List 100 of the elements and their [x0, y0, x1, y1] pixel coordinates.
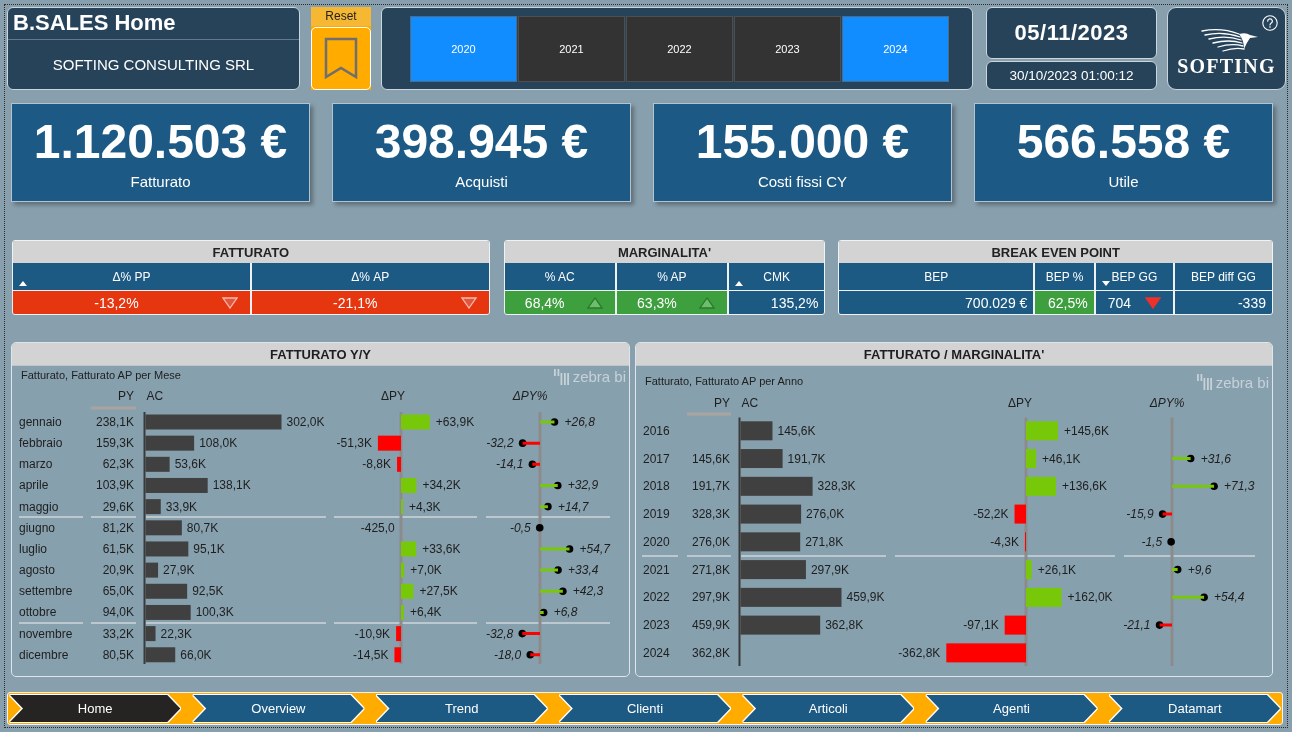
category-label: 2021: [643, 562, 670, 577]
ac-value: 276,0K: [806, 507, 845, 522]
delta-bar: [377, 435, 401, 451]
py-value: 62,3K: [102, 457, 134, 472]
delta-percent-value: -21,1: [1123, 618, 1151, 633]
triangle-down-icon: [1144, 296, 1161, 309]
delta-value: -51,3K: [336, 436, 372, 451]
category-label: aprile: [19, 478, 49, 493]
lollipop-marker: [540, 566, 562, 574]
lollipop-marker: [1172, 454, 1195, 463]
ac-value: 66,0K: [180, 647, 212, 662]
cell-value: 63,3%: [636, 294, 678, 311]
lollipop-marker: [540, 587, 567, 596]
category-label: ottobre: [19, 605, 57, 620]
ac-value: 108,0K: [199, 436, 238, 451]
triangle-up-icon: [586, 296, 603, 309]
cell-value: -339: [1236, 294, 1266, 311]
cell-value: 68,4%: [523, 294, 566, 311]
delta-value: +46,1K: [1042, 451, 1081, 466]
kpi-label: Fatturato: [130, 173, 191, 191]
category-label: settembre: [19, 584, 73, 599]
column-header[interactable]: % AP: [616, 263, 727, 290]
category-label: luglio: [19, 541, 48, 556]
lollipop-marker: [540, 418, 559, 426]
ac-value: 328,3K: [817, 479, 856, 494]
nav-tab[interactable]: Clienti: [559, 695, 731, 722]
column-header[interactable]: BEP GG: [1095, 263, 1173, 290]
ac-value: 80,7K: [186, 520, 219, 535]
column-header[interactable]: Δ% AP: [251, 263, 489, 290]
chart-subtitle: Fatturato, Fatturato AP per Anno: [645, 374, 804, 387]
py-value: 103,9K: [95, 478, 134, 493]
cell-value: 62,5%: [1047, 294, 1088, 311]
nav-tab[interactable]: Trend: [376, 695, 547, 722]
column-header[interactable]: BEP diff GG: [1174, 263, 1272, 290]
ac-value: 191,7K: [787, 451, 826, 466]
delta-value: +162,0K: [1067, 590, 1113, 605]
delta-bar: [401, 583, 414, 599]
ac-value: 27,9K: [163, 563, 195, 578]
py-value: 459,9K: [691, 618, 730, 633]
py-value: 271,8K: [691, 562, 730, 577]
py-value: 80,5K: [102, 647, 134, 662]
column-header[interactable]: Δ% PP: [13, 263, 250, 290]
lollipop-marker: [518, 439, 540, 447]
current-date: 05/11/2023: [986, 7, 1157, 59]
cell-value: -21,1%: [332, 294, 379, 311]
category-label: 2018: [643, 479, 670, 494]
year-button[interactable]: 2023: [734, 15, 841, 82]
kpi-label: Utile: [1108, 173, 1139, 191]
help-icon[interactable]: [1262, 15, 1278, 31]
year-button[interactable]: 2022: [626, 15, 733, 82]
reset-button[interactable]: Reset: [311, 7, 371, 90]
delta-percent-value: +6,8: [553, 605, 578, 620]
category-label: maggio: [19, 499, 59, 514]
kpi-value: 566.558 €: [1016, 114, 1231, 170]
lollipop-marker: [1167, 538, 1175, 546]
lollipop-marker: [1172, 593, 1208, 602]
delta-percent-value: +54,4: [1214, 590, 1245, 605]
py-value: 191,7K: [691, 479, 730, 494]
delta-percent-value: +14,7: [557, 499, 589, 514]
column-header: AC: [741, 395, 759, 410]
delta-bar: [1014, 504, 1026, 524]
panel-title: FATTURATO / MARGINALITA': [636, 343, 1272, 366]
sort-up-icon: [735, 281, 743, 286]
bars-icon: [553, 368, 569, 385]
delta-value: +27,5K: [419, 584, 458, 599]
table-title: MARGINALITA': [504, 241, 825, 263]
column-header[interactable]: % AC: [504, 263, 615, 290]
column-header: PY: [714, 395, 730, 410]
delta-percent-value: -32,2: [486, 436, 514, 451]
column-header[interactable]: CMK: [729, 263, 825, 290]
delta-percent-value: -18,0: [493, 647, 522, 662]
kpi-label: Costi fissi CY: [757, 173, 848, 191]
year-button[interactable]: 2021: [518, 15, 625, 82]
sort-down-icon: [1101, 281, 1110, 286]
nav-tab[interactable]: Articoli: [743, 695, 914, 722]
delta-bar: [401, 562, 405, 578]
py-value: 362,8K: [691, 645, 730, 660]
py-value: 297,9K: [691, 590, 730, 605]
column-header[interactable]: BEP %: [1035, 263, 1094, 290]
delta-value: +34,2K: [422, 478, 461, 493]
lollipop-marker: [1172, 565, 1182, 574]
nav-tab[interactable]: Overview: [193, 695, 364, 722]
triangle-down-icon: [221, 296, 238, 309]
table-title: FATTURATO: [13, 241, 489, 263]
delta-value: +4,3K: [408, 499, 441, 514]
nav-tab[interactable]: Home: [10, 695, 181, 722]
delta-percent-value: -32,8: [485, 626, 514, 641]
nav-tab[interactable]: Agenti: [926, 695, 1097, 722]
column-header[interactable]: BEP: [839, 263, 1034, 290]
delta-bar: [1004, 615, 1026, 635]
ac-value: 92,5K: [192, 584, 224, 599]
nav-tab[interactable]: Datamart: [1109, 695, 1280, 722]
brand-label: zebra bi: [1215, 373, 1269, 391]
delta-percent-value: -1,5: [1141, 534, 1163, 549]
delta-percent-value: +33,4: [568, 563, 599, 578]
refresh-timestamp: 30/10/2023 01:00:12: [986, 61, 1157, 90]
lollipop-marker: [539, 608, 548, 617]
delta-percent-value: -0,5: [510, 520, 531, 535]
delta-percent-value: +54,7: [579, 541, 610, 556]
cell-value: 700.029 €: [964, 294, 1028, 311]
